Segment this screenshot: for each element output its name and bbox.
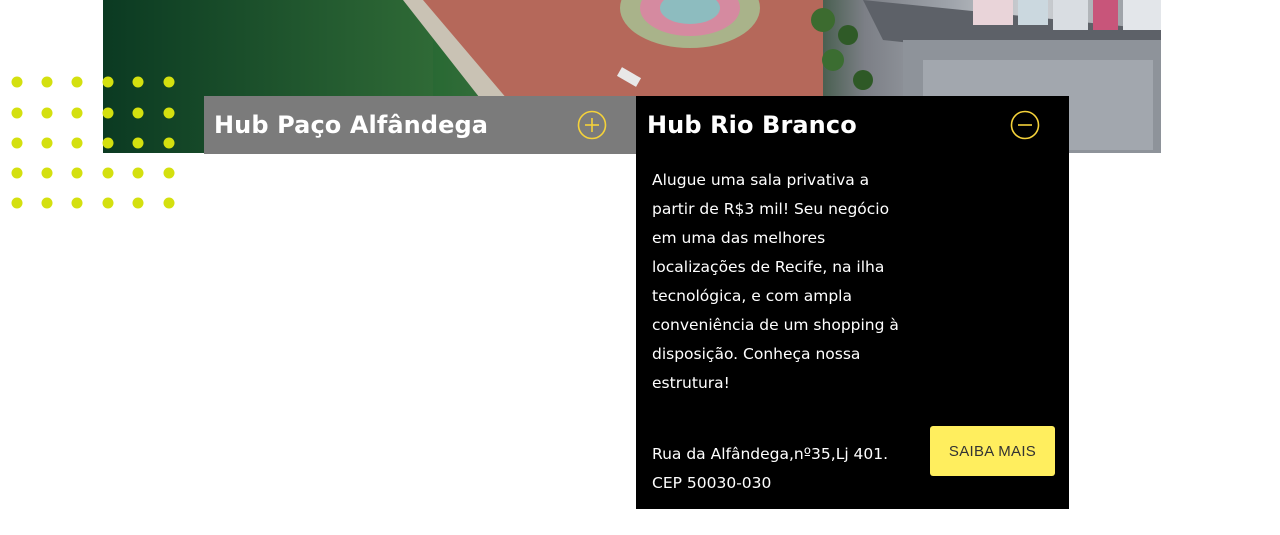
saiba-mais-button[interactable]: SAIBA MAIS — [930, 426, 1055, 476]
hub-address: Rua da Alfândega,nº35,Lj 401. CEP 50030-… — [652, 440, 912, 498]
accordion-tab-hub-paco-alfandega[interactable]: Hub Paço Alfândega — [204, 96, 636, 154]
dot-grid-decoration — [11, 76, 175, 209]
address-street: Rua da Alfândega,nº35,Lj 401. — [652, 445, 889, 463]
hub-title: Hub Paço Alfândega — [214, 111, 489, 139]
address-cep: CEP 50030-030 — [652, 474, 772, 492]
hub-title: Hub Rio Branco — [647, 111, 857, 139]
accordion-panel-hub-rio-branco: Hub Rio Branco Alugue uma sala privativa… — [636, 96, 1069, 509]
accordion-tab-hub-rio-branco[interactable]: Hub Rio Branco — [636, 96, 1069, 154]
minus-circle-icon[interactable] — [1010, 110, 1040, 140]
page: Hub Paço Alfândega Hub Rio Branco Alugue… — [0, 0, 1280, 535]
hub-description: Alugue uma sala privativa a partir de R$… — [652, 171, 899, 392]
plus-circle-icon[interactable] — [577, 110, 607, 140]
